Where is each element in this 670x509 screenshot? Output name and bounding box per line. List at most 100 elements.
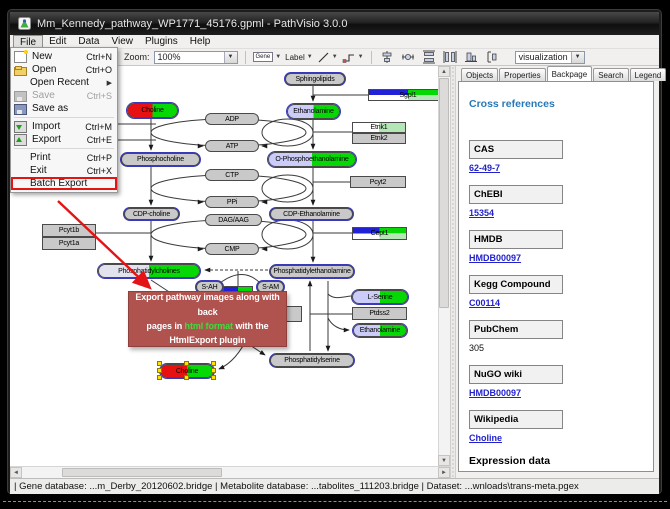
scroll-left-icon[interactable]: ◄ [10,467,22,478]
pathway-node-pcyt2[interactable]: Pcyt2 [350,176,406,188]
pathway-node-choline-top[interactable]: Choline [127,103,178,118]
pathway-node-cept1[interactable]: Cept1 [352,227,407,240]
pathway-node-phosphocholine[interactable]: Phosphocholine [121,153,200,166]
selection-handle[interactable] [211,361,216,366]
scale-button[interactable] [484,50,501,64]
cross-reference-link[interactable]: 15354 [469,208,643,218]
submenu-arrow-icon: ▶ [107,79,112,87]
chevron-down-icon[interactable]: ▼ [332,54,338,60]
pathway-node-ctp[interactable]: CTP [205,169,259,181]
callout-text: pages in [146,321,184,331]
pathway-node-o-phosphoethanolamine[interactable]: O-Phosphoethanolamine [268,152,356,167]
tab-search[interactable]: Search [593,68,628,81]
pathway-node-adp[interactable]: ADP [205,113,259,125]
file-menu-item-new[interactable]: NewCtrl+N [11,50,117,63]
menu-separator [14,117,114,118]
file-menu-item-batch-export[interactable]: Batch Export [11,177,117,190]
cross-reference-link[interactable]: HMDB00097 [469,253,643,263]
cross-reference-link[interactable]: C00114 [469,298,643,308]
zoom-combobox[interactable]: 100% ▼ [154,51,238,64]
visualization-combobox[interactable]: visualization ▼ [515,51,585,64]
title-bar[interactable]: Mm_Kennedy_pathway_WP1771_45176.gpml - P… [10,12,659,35]
align-center-button[interactable] [379,50,396,64]
selection-handle[interactable] [157,375,162,380]
new-gene-button[interactable]: Gene ▼ [253,52,282,62]
menubar-item-help[interactable]: Help [184,35,217,48]
pathway-node-hidden-gene-box[interactable] [285,306,302,322]
connector-tool-button[interactable]: ▼ [342,51,364,64]
chevron-down-icon[interactable]: ▼ [275,54,281,60]
align-bottom-icon [464,50,478,64]
pathway-node-l-serine[interactable]: L-Serine [352,290,408,304]
menu-item-label: Print [30,152,51,163]
scroll-down-icon[interactable]: ▼ [438,455,450,466]
canvas-horizontal-scrollbar[interactable]: ◄ ► [10,466,450,478]
cross-reference-source: HMDB [469,230,563,249]
file-menu-item-save-as[interactable]: Save as [11,102,117,115]
chevron-down-icon[interactable]: ▼ [358,54,364,60]
tab-properties[interactable]: Properties [499,68,545,81]
chevron-down-icon[interactable]: ▼ [307,54,313,60]
pathway-node-dag-aag[interactable]: DAG/AAG [205,214,262,226]
pathway-node-ethanolamine-bottom[interactable]: Ethanolamine [353,324,407,337]
pathway-node-cdp-ethanolamine[interactable]: CDP-Ethanolamine [270,208,353,220]
pathway-node-cdp-choline[interactable]: CDP-choline [124,208,179,220]
pathway-node-ppi[interactable]: PPi [205,196,259,208]
tab-legend[interactable]: Legend [630,68,667,81]
scroll-right-icon[interactable]: ► [438,467,450,478]
pathway-node-pcyt1a[interactable]: Pcyt1a [42,237,96,250]
canvas-vertical-scrollbar[interactable]: ▲ ▼ [438,66,450,466]
expression-data-heading: Expression data [469,455,643,467]
selection-handle[interactable] [157,368,162,373]
pathway-node-etnk1[interactable]: Etnk1 [352,122,406,133]
selection-handle[interactable] [184,361,189,366]
line-tool-button[interactable]: ▼ [317,51,338,64]
horizontal-scroll-thumb[interactable] [62,468,222,477]
menu-icon-spacer [14,165,25,176]
selection-handle[interactable] [157,361,162,366]
distribute-vertical-button[interactable] [421,50,438,64]
chevron-down-icon[interactable]: ▼ [224,52,237,63]
file-menu-item-print[interactable]: PrintCtrl+P [11,151,117,164]
selection-handle[interactable] [211,368,216,373]
file-menu-popup: NewCtrl+NOpenCtrl+OOpen Recent▶SaveCtrl+… [10,47,118,193]
menubar-item-plugins[interactable]: Plugins [139,35,184,48]
pathway-node-atp[interactable]: ATP [205,140,259,152]
file-menu-item-export[interactable]: ExportCtrl+E [11,133,117,146]
scroll-up-icon[interactable]: ▲ [438,66,450,77]
selection-handle[interactable] [184,375,189,380]
file-menu-item-open-recent[interactable]: Open Recent▶ [11,76,117,89]
scale-icon [485,50,499,64]
cross-reference-link[interactable]: HMDB00097 [469,388,643,398]
cross-reference-section-wikipedia: WikipediaCholine [469,410,643,443]
new-label-button[interactable]: Label ▼ [285,53,313,62]
align-middle-button[interactable] [400,50,417,64]
selection-handle[interactable] [211,375,216,380]
file-menu-item-save[interactable]: SaveCtrl+S [11,89,117,102]
callout-highlighted-text: html format [185,321,233,331]
file-menu-item-exit[interactable]: ExitCtrl+X [11,164,117,177]
file-menu-item-open[interactable]: OpenCtrl+O [11,63,117,76]
pathway-node-phosphatidylserine[interactable]: Phosphatidylserine [270,354,354,367]
pathway-node-sphingolipids[interactable]: Sphingolipids [285,73,345,85]
menu-item-label: Batch Export [30,178,87,189]
pathway-node-cmp[interactable]: CMP [205,243,259,255]
pathway-node-phosphatidylcholines[interactable]: Phosphatidylcholines [98,264,200,278]
backpage-panel[interactable]: Cross references CAS62-49-7ChEBI15354HMD… [458,81,654,472]
pathway-node-phosphatidylethanolamine[interactable]: Phosphatidylethanolamine [270,265,354,278]
pathway-node-pcyt1b[interactable]: Pcyt1b [42,224,96,237]
pathway-node-ptdss2[interactable]: Ptdss2 [352,307,407,320]
distribute-horizontal-button[interactable] [442,50,459,64]
tab-backpage[interactable]: Backpage [547,66,593,81]
tab-objects[interactable]: Objects [461,68,498,81]
pathway-node-etnk2[interactable]: Etnk2 [352,133,406,144]
pathway-node-sgpl1[interactable]: Sgpl1 [368,89,438,101]
chevron-down-icon[interactable]: ▼ [571,52,584,63]
pathway-node-ethanolamine-top[interactable]: Ethanolamine [287,104,340,119]
align-bottom-button[interactable] [463,50,480,64]
cross-reference-link[interactable]: Choline [469,433,643,443]
cross-reference-link[interactable]: 62-49-7 [469,163,643,173]
vertical-scroll-thumb[interactable] [439,78,449,308]
align-center-icon [380,50,394,64]
file-menu-item-import[interactable]: ImportCtrl+M [11,120,117,133]
